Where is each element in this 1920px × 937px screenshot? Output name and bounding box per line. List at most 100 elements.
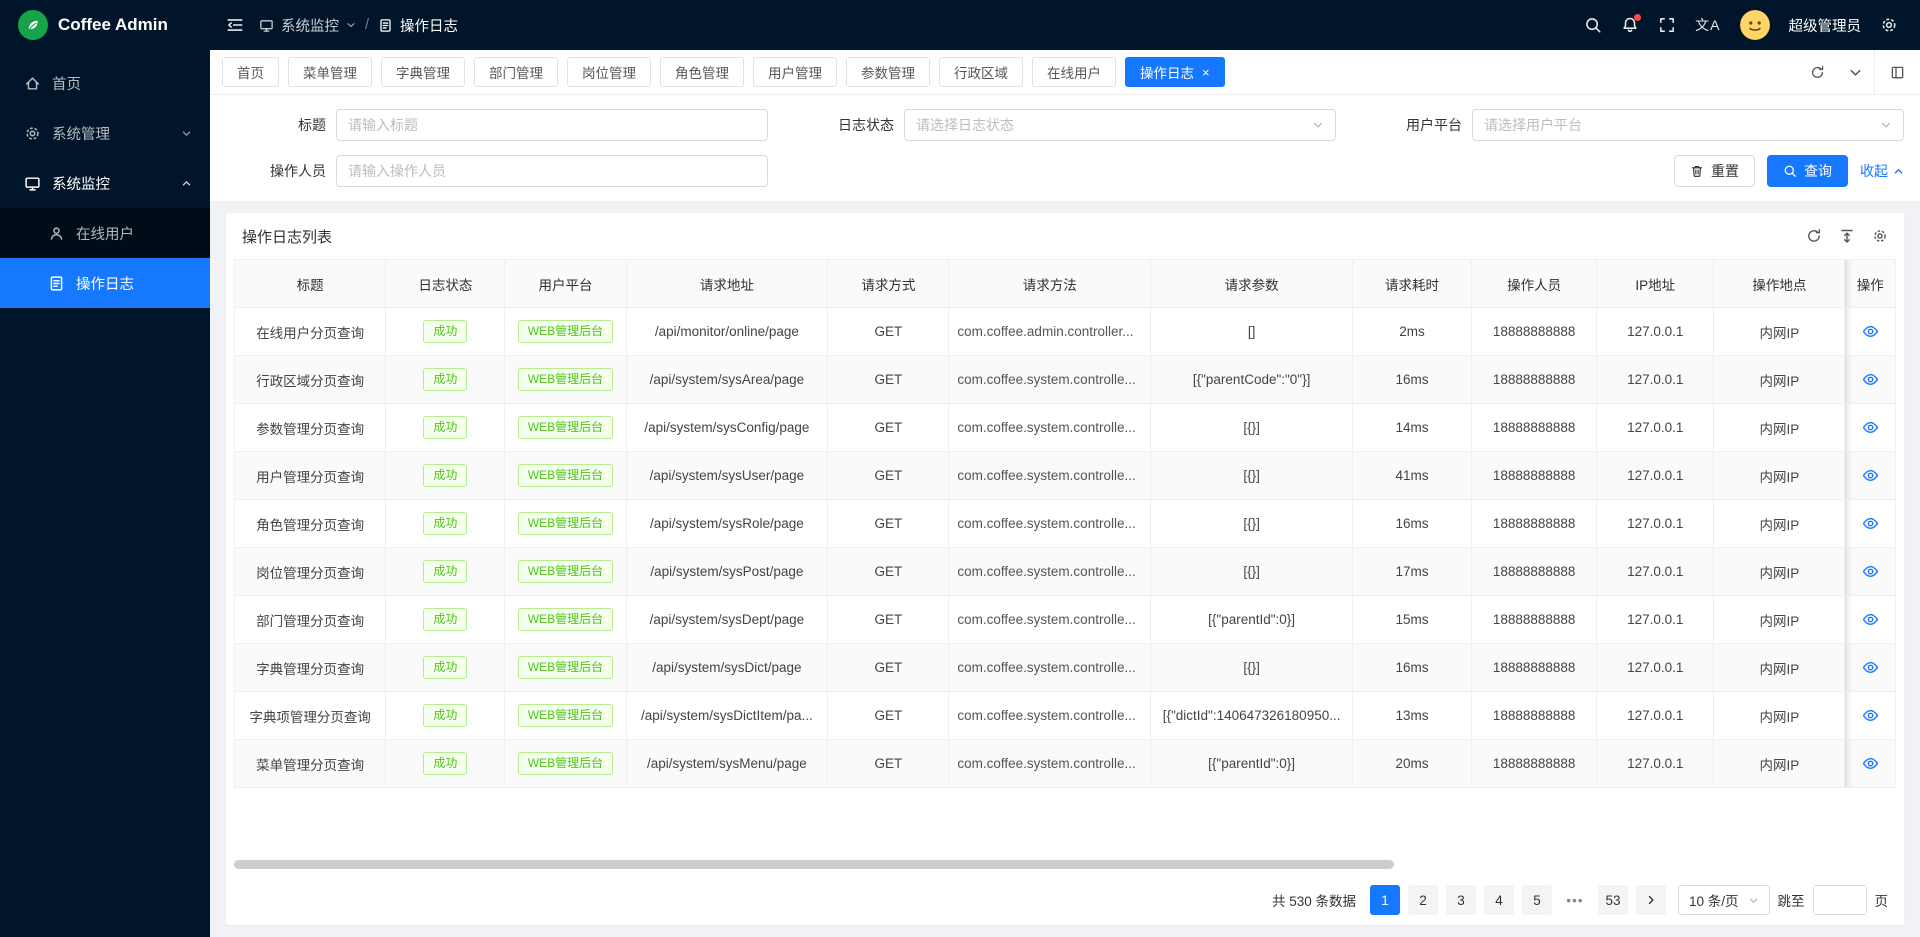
breadcrumb-label: 操作日志 [400,15,458,36]
tab[interactable]: 角色管理 [660,57,744,87]
page-button[interactable]: 5 [1522,885,1552,915]
status-badge: 成功 [423,464,467,487]
search-button[interactable]: 查询 [1767,155,1848,187]
view-detail-eye-icon[interactable] [1862,659,1879,676]
tab[interactable]: 岗位管理 [567,57,651,87]
sidebar-item-home[interactable]: 首页 [0,58,210,108]
user-platform-label: 用户平台 [1362,115,1472,135]
tab[interactable]: 菜单管理 [288,57,372,87]
username[interactable]: 超级管理员 [1789,15,1862,36]
page-button[interactable]: 2 [1408,885,1438,915]
page-button[interactable]: 4 [1484,885,1514,915]
tab[interactable]: 行政区域 [939,57,1023,87]
table-row: 岗位管理分页查询 成功 WEB管理后台 /api/system/sysPost/… [235,548,1896,596]
tab[interactable]: 用户管理 [753,57,837,87]
col-request-params: 请求参数 [1151,260,1353,308]
view-detail-eye-icon[interactable] [1862,563,1879,580]
refresh-tab-icon[interactable] [1798,50,1836,94]
main-area: 系统监控 / 操作日志 文 [210,0,1920,937]
platform-cell: WEB管理后台 [505,500,626,548]
title-input[interactable] [336,109,768,141]
page-button[interactable]: 3 [1446,885,1476,915]
tab[interactable]: 参数管理 [846,57,930,87]
view-detail-eye-icon[interactable] [1862,467,1879,484]
tab-label: 参数管理 [861,62,915,82]
request-method-cell: GET [828,404,949,452]
tab-actions-chevron-icon[interactable] [1836,50,1874,94]
view-detail-eye-icon[interactable] [1862,419,1879,436]
sidebar-item-operation-log[interactable]: 操作日志 [0,258,210,308]
sidebar-item-system-management[interactable]: 系统管理 [0,108,210,158]
tab-label: 字典管理 [396,62,450,82]
page-button[interactable]: ••• [1560,885,1590,915]
view-detail-eye-icon[interactable] [1862,515,1879,532]
next-page-button[interactable] [1636,885,1666,915]
card-tools [1806,228,1888,244]
table-row: 行政区域分页查询 成功 WEB管理后台 /api/system/sysArea/… [235,356,1896,404]
collapse-filter-link[interactable]: 收起 [1860,161,1904,181]
filter-actions: 重置 查询 收起 [1362,155,1904,187]
page-button-label: 53 [1605,893,1620,908]
translate-icon[interactable]: 文A [1695,15,1720,35]
log-title-cell: 字典管理分页查询 [235,644,386,692]
density-icon[interactable] [1839,228,1855,244]
page-button[interactable]: 1 [1370,885,1400,915]
request-function-cell: com.coffee.system.controlle... [949,548,1151,596]
platform-cell: WEB管理后台 [505,548,626,596]
view-detail-eye-icon[interactable] [1862,323,1879,340]
tab[interactable]: 字典管理 [381,57,465,87]
page-button[interactable]: 53 [1598,885,1628,915]
sidebar-item-online-users[interactable]: 在线用户 [0,208,210,258]
tab-close-icon[interactable]: × [1202,66,1210,79]
operator-label: 操作人员 [226,161,336,181]
settings-gear-icon[interactable] [1880,16,1898,34]
fullscreen-icon[interactable] [1658,16,1676,34]
tab-bar: 首页 菜单管理 字典管理 部门管理 [210,50,1920,95]
chevron-down-icon [346,20,356,30]
filter-field-title: 标题 [226,109,768,141]
jump-page-input[interactable] [1813,885,1867,915]
refresh-table-icon[interactable] [1806,228,1822,244]
actions-cell [1845,452,1896,500]
sidebar-item-system-monitor[interactable]: 系统监控 [0,158,210,208]
view-detail-eye-icon[interactable] [1862,371,1879,388]
platform-badge: WEB管理后台 [518,704,613,727]
user-platform-select[interactable]: 请选择用户平台 [1472,109,1904,141]
operator-input[interactable] [336,155,768,187]
search-icon[interactable] [1584,16,1602,34]
tab[interactable]: 部门管理 [474,57,558,87]
view-detail-eye-icon[interactable] [1862,755,1879,772]
table-row: 菜单管理分页查询 成功 WEB管理后台 /api/system/sysMenu/… [235,740,1896,788]
avatar[interactable] [1740,10,1770,40]
title-input-field[interactable] [348,117,756,133]
page-size-select[interactable]: 10 条/页 [1678,885,1770,915]
tab[interactable]: 首页 [222,57,279,87]
actions-cell [1845,308,1896,356]
expand-pane-icon[interactable] [1874,50,1920,94]
tab[interactable]: 在线用户 [1032,57,1116,87]
notification-bell-icon[interactable] [1621,16,1639,34]
log-title-cell: 角色管理分页查询 [235,500,386,548]
tab-list: 首页 菜单管理 字典管理 部门管理 [210,50,1798,94]
tab-label: 用户管理 [768,62,822,82]
horizontal-scrollbar[interactable] [234,860,1394,869]
tab[interactable]: 操作日志 × [1125,57,1225,87]
operator-input-field[interactable] [348,163,756,179]
menu-fold-icon[interactable] [226,16,244,34]
operator-cell: 18888888888 [1472,308,1597,356]
chevron-up-icon [1893,166,1904,177]
request-url-cell: /api/system/sysDept/page [626,596,828,644]
column-settings-gear-icon[interactable] [1872,228,1888,244]
col-user-platform: 用户平台 [505,260,626,308]
log-status-select[interactable]: 请选择日志状态 [904,109,1336,141]
chevron-down-icon [1880,119,1892,131]
sidebar-menu: 首页 系统管理 系统监控 在线用户 操作日志 [0,50,210,308]
table-row: 在线用户分页查询 成功 WEB管理后台 /api/monitor/online/… [235,308,1896,356]
view-detail-eye-icon[interactable] [1862,707,1879,724]
reset-button[interactable]: 重置 [1674,155,1755,187]
view-detail-eye-icon[interactable] [1862,611,1879,628]
request-function-cell: com.coffee.system.controlle... [949,404,1151,452]
request-url-cell: /api/system/sysArea/page [626,356,828,404]
platform-cell: WEB管理后台 [505,308,626,356]
breadcrumb-item-system-monitor[interactable]: 系统监控 [259,15,356,36]
